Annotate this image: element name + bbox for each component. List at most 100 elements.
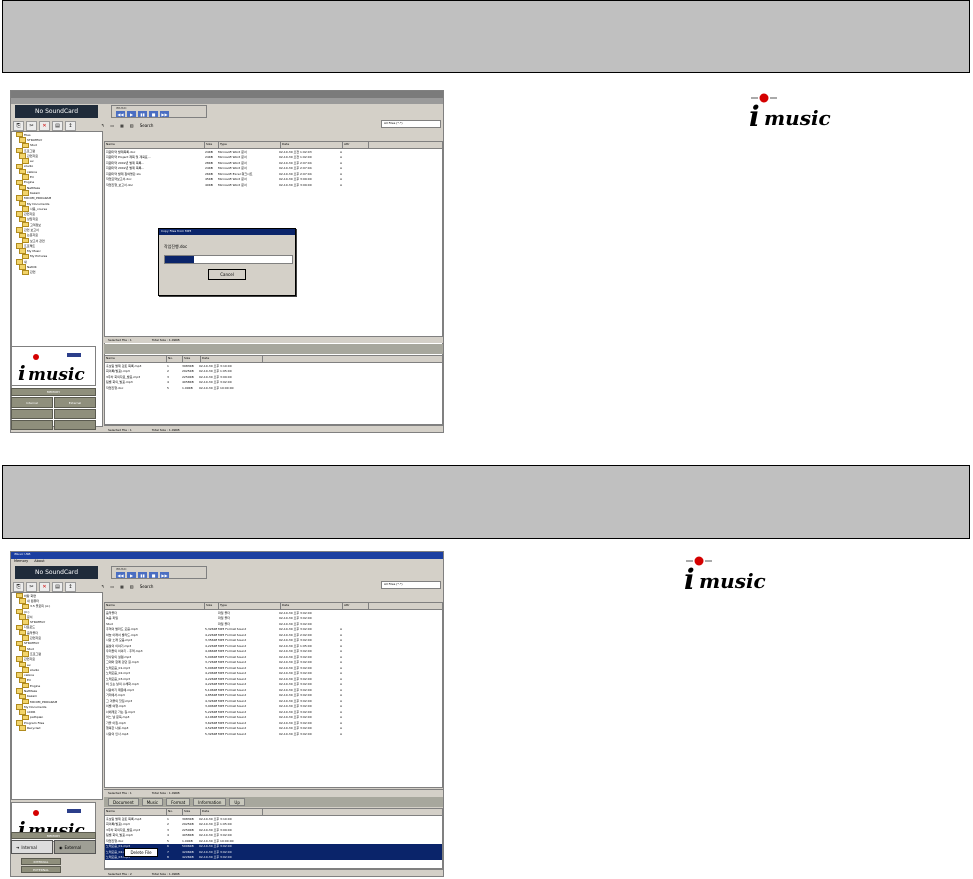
tab[interactable]: Up (229, 798, 245, 806)
delete-icon[interactable]: ✕ (39, 582, 50, 592)
next-button[interactable]: ▶▶ (160, 572, 169, 578)
new-folder-icon[interactable]: ▭ (110, 584, 114, 589)
column-header[interactable]: Size (183, 356, 201, 362)
column-header[interactable]: Name (105, 603, 205, 609)
tab[interactable]: Information (193, 798, 227, 806)
menu-about[interactable]: About (34, 559, 44, 565)
table-cell-date: 02-10-30 오후 3:02:00 (199, 833, 232, 838)
next-button[interactable]: ▶▶ (160, 111, 169, 117)
search-label[interactable]: Search (140, 584, 154, 589)
prev-button[interactable]: ◀◀ (116, 111, 125, 117)
tree-item[interactable]: 관련 (12, 269, 102, 276)
new-folder-icon[interactable]: ▭ (110, 123, 114, 128)
pause-button[interactable]: ▮▮ (138, 572, 147, 578)
paste-icon[interactable]: ▤ (52, 121, 63, 131)
details-icon[interactable]: ▥ (130, 123, 134, 128)
table-cell-no: 3 (167, 374, 169, 379)
table-cell-date: 02-10-30 오후 3:02:00 (199, 855, 232, 860)
external-button[interactable]: External (54, 397, 96, 408)
tree-item-label: pathpian (30, 715, 44, 720)
tree-item-label: ev (30, 159, 34, 164)
column-header[interactable]: Attr (343, 603, 369, 609)
table-cell-size: 28KB (205, 160, 213, 165)
internal-button[interactable]: Internal (11, 397, 53, 408)
prev-button[interactable]: ◀◀ (116, 572, 125, 578)
table-cell-attr: A (340, 171, 343, 176)
details-icon[interactable]: ▥ (130, 584, 134, 589)
internal-button[interactable]: ➜ Internal (11, 840, 53, 854)
folder-up-icon[interactable]: ↥ (65, 582, 76, 592)
tree-item-label: (C:) (24, 609, 30, 614)
title-bar: iMusic USB (11, 552, 443, 559)
left-button-3[interactable] (11, 409, 53, 419)
column-header[interactable]: Name (105, 142, 205, 148)
mp3-tab-bar: Document Music Format Information Up (104, 797, 443, 807)
player-info: IMUSIC (116, 567, 127, 571)
table-cell-attr: A (340, 182, 343, 187)
table-cell-date: 02-10-30 오후 1:05:00 (199, 369, 232, 374)
status-bar-top: Selected File : 1 Total Size : 1.09KB (104, 336, 443, 343)
table-cell-size: 5,326KB (205, 731, 217, 736)
cut-icon[interactable]: ✂ (26, 121, 37, 131)
screenshot-1: No SoundCard IMUSIC ◀◀ ▶ ▮▮ ■ ▶▶ ⎘ ✂ ✕ ▤… (10, 90, 444, 433)
paste-icon[interactable]: ▤ (52, 582, 63, 592)
column-header[interactable]: Size (205, 142, 219, 148)
file-type-filter[interactable]: All Files (*.*) (381, 581, 441, 589)
menu-memory[interactable]: Memory (14, 559, 28, 565)
left-button-5[interactable] (11, 420, 53, 430)
cancel-button[interactable]: Cancel (208, 269, 246, 280)
left-button-6[interactable] (54, 420, 96, 430)
column-header[interactable]: Type (219, 142, 281, 148)
play-button[interactable]: ▶ (127, 572, 136, 578)
back-icon[interactable]: ↰ (101, 584, 104, 589)
play-button[interactable]: ▶ (127, 111, 136, 117)
cut-icon[interactable]: ✂ (26, 582, 37, 592)
stop-button[interactable]: ■ (149, 111, 158, 117)
table-cell-type: MP3 Format Sound (218, 682, 247, 687)
column-header[interactable]: No. (167, 356, 183, 362)
tab[interactable]: Music (141, 798, 164, 806)
file-type-filter[interactable]: All Files (*.*) (381, 120, 441, 128)
search-label[interactable]: Search (140, 123, 154, 128)
copy-icon[interactable]: ⎘ (13, 582, 24, 592)
copy-icon[interactable]: ⎘ (13, 121, 24, 131)
table-cell-name: 홍보팀 발제 검토 목록.mp3 (106, 816, 142, 821)
tree-item[interactable]: Recycled (12, 725, 102, 731)
table-row[interactable]: 작업진행_보고서.doc 40KB Microsoft Word 문서 02-10-3… (105, 182, 442, 188)
column-header[interactable]: Name (105, 356, 167, 362)
status-total: Total Size : 1.09KB (151, 791, 180, 795)
back-icon[interactable]: ↰ (101, 123, 104, 128)
delete-icon[interactable]: ✕ (39, 121, 50, 131)
file-list: Name Size Type Date Attr 음악폴더 파일 폴더 02-10-30 오… (104, 602, 443, 788)
column-header[interactable]: Date (281, 142, 343, 148)
table-row[interactable]: 작업진행.doc 5 1.09KB 02-10-30 오후 10:00:00 (105, 385, 442, 391)
column-header[interactable]: Name (105, 809, 167, 815)
pause-button[interactable]: ▮▮ (138, 111, 147, 117)
tab[interactable]: Document (108, 798, 139, 806)
table-cell-date: 02-10-30 오후 3:02:00 (279, 660, 312, 665)
folder-up-icon[interactable]: ↥ (65, 121, 76, 131)
table-cell-size: 2250KB (182, 827, 194, 832)
column-header[interactable]: Size (205, 603, 219, 609)
tab[interactable]: Format (166, 798, 191, 806)
column-header[interactable]: Date (201, 356, 263, 362)
table-cell-size: 5006KB (182, 844, 194, 849)
column-header[interactable]: Date (281, 603, 343, 609)
stop-button[interactable]: ■ (149, 572, 158, 578)
table-row[interactable]: 사랑의 인사.mp3 5,326KB MP3 Format Sound 02-10-3… (105, 731, 442, 737)
column-header[interactable]: No. (167, 809, 183, 815)
column-header[interactable]: Size (183, 809, 201, 815)
internal-small-button[interactable]: INTERNAL (21, 858, 61, 865)
context-menu-delete[interactable]: Delete File (124, 848, 158, 857)
tree-item-label: Stud (27, 646, 34, 651)
view-icon[interactable]: ▦ (120, 123, 124, 128)
external-small-button[interactable]: EXTERNAL (21, 866, 61, 873)
left-button-4[interactable] (54, 409, 96, 419)
column-header[interactable]: Date (201, 809, 263, 815)
column-header[interactable]: Attr (343, 142, 369, 148)
column-header[interactable]: Type (219, 603, 281, 609)
table-cell-type: Microsoft Word 문서 (218, 149, 247, 154)
table-cell-name: 작업진행.doc (106, 838, 124, 843)
view-icon[interactable]: ▦ (120, 584, 124, 589)
external-button[interactable]: ◉ External (54, 840, 96, 854)
